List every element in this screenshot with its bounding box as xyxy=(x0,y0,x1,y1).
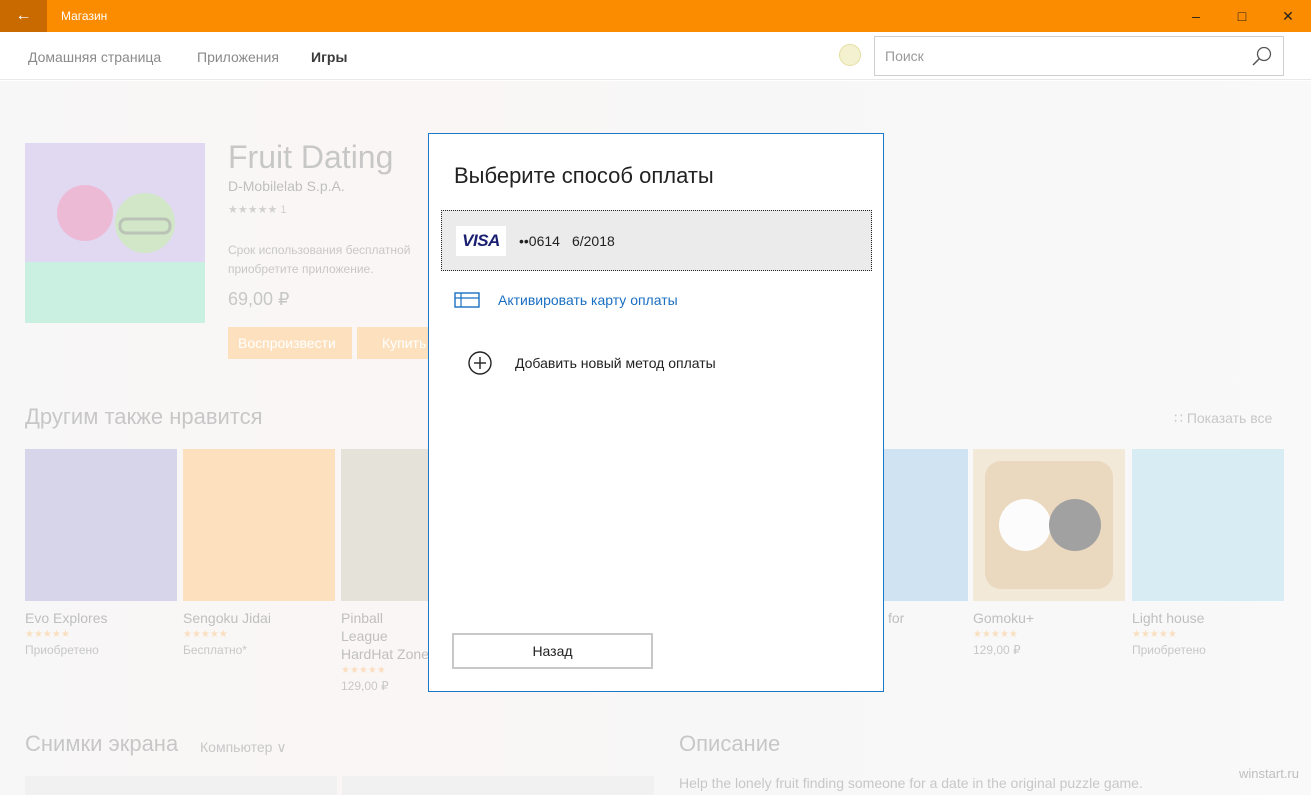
nav-item-apps[interactable]: Приложения xyxy=(197,49,279,65)
nav-item-games[interactable]: Игры xyxy=(311,49,347,65)
visa-logo-icon: VISA xyxy=(456,225,506,256)
close-button[interactable]: ✕ xyxy=(1265,0,1311,32)
activate-card-link[interactable]: Активировать карту оплаты xyxy=(454,290,678,310)
add-circle-icon xyxy=(468,351,492,375)
add-payment-method-link[interactable]: Добавить новый метод оплаты xyxy=(467,350,716,376)
card-expiry: 6/2018 xyxy=(571,232,615,249)
add-payment-method-label: Добавить новый метод оплаты xyxy=(515,355,716,371)
payment-dialog: Выберите способ оплаты VISA ••0614 6/201… xyxy=(428,133,884,692)
window-title: Магазин xyxy=(61,9,108,23)
back-button[interactable]: Назад xyxy=(452,633,653,669)
minimize-button[interactable]: – xyxy=(1173,0,1219,32)
maximize-button[interactable]: □ xyxy=(1219,0,1265,32)
user-avatar[interactable] xyxy=(839,44,861,66)
minimize-icon: – xyxy=(1192,8,1200,24)
search-input[interactable] xyxy=(875,37,1235,75)
card-number: ••0614 xyxy=(519,232,560,249)
search-icon[interactable] xyxy=(1251,45,1273,67)
payment-card-option[interactable]: VISA ••0614 6/2018 xyxy=(441,210,872,271)
close-icon: ✕ xyxy=(1282,7,1294,24)
back-arrow-icon: ← xyxy=(15,7,32,24)
activate-card-label: Активировать карту оплаты xyxy=(498,292,678,308)
window-controls: – □ ✕ xyxy=(1173,0,1311,32)
nav-item-home[interactable]: Домашняя страница xyxy=(28,49,161,65)
dialog-title: Выберите способ оплаты xyxy=(454,163,714,188)
search-box xyxy=(874,36,1284,76)
title-bar: ← Магазин – □ ✕ xyxy=(0,0,1311,32)
back-arrow-button[interactable]: ← xyxy=(0,0,47,32)
maximize-icon: □ xyxy=(1237,8,1247,24)
gift-card-icon xyxy=(454,292,480,308)
